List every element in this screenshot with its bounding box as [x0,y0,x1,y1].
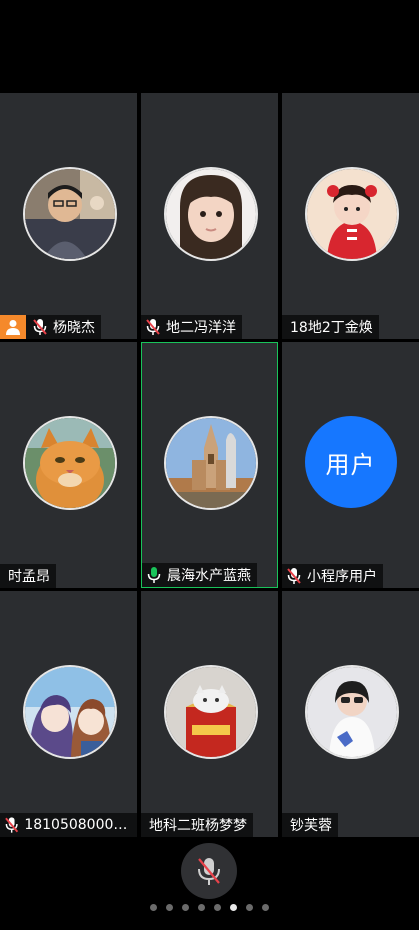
participant-name-tag: 地科二班杨梦梦 [141,813,253,837]
participant-name-tag: 时孟昂 [0,564,56,588]
participant-tile[interactable]: 18105080003... [0,591,137,837]
participant-name: 小程序用户 [307,569,377,585]
participant-avatar [304,665,399,759]
participant-tile[interactable]: 地科二班杨梦梦 [141,591,278,837]
participant-name-tag: 钞芙蓉 [282,813,338,837]
meeting-screen: 杨晓杰 地二冯洋洋 18地2丁金焕 时孟昂 晨海水产蓝燕 用户 小程序用户 18… [0,0,419,930]
mic-muted-icon [33,319,47,335]
participant-avatar [163,167,258,261]
participant-name: 地科二班杨梦梦 [149,818,247,834]
page-dot[interactable] [262,904,269,911]
page-dot[interactable] [246,904,253,911]
participant-name-tag: 18105080003... [0,813,137,837]
participant-name: 杨晓杰 [53,320,95,336]
participant-tile-active[interactable]: 晨海水产蓝燕 [141,342,278,588]
participant-avatar [163,416,258,510]
participant-avatar [163,665,258,759]
mute-toggle-button[interactable] [181,843,237,899]
participant-avatar [22,665,117,759]
host-badge [0,315,26,339]
participant-avatar [22,167,117,261]
participant-name: 时孟昂 [8,569,50,585]
page-dot[interactable] [214,904,221,911]
mic-muted-icon [287,568,301,584]
page-dot[interactable] [198,904,205,911]
participant-name: 18地2丁金焕 [290,320,373,336]
participant-name: 18105080003... [24,817,131,833]
mic-muted-icon [5,817,19,833]
person-icon [6,320,20,335]
participant-tile[interactable]: 用户 小程序用户 [282,342,419,588]
participant-tile[interactable]: 18地2丁金焕 [282,93,419,339]
mic-active-icon [147,567,161,583]
participant-tile[interactable]: 杨晓杰 [0,93,137,339]
participant-name: 钞芙蓉 [290,818,332,834]
page-dot[interactable] [182,904,189,911]
participant-grid: 杨晓杰 地二冯洋洋 18地2丁金焕 时孟昂 晨海水产蓝燕 用户 小程序用户 18… [0,93,419,837]
participant-name-tag: 18地2丁金焕 [282,315,379,339]
page-dot[interactable] [166,904,173,911]
participant-name: 晨海水产蓝燕 [167,568,251,584]
page-indicator [0,904,419,914]
participant-name-tag: 地二冯洋洋 [141,315,242,339]
page-dot-current[interactable] [230,904,237,911]
mic-muted-icon [198,858,220,885]
mic-muted-icon [146,319,160,335]
participant-tile[interactable]: 地二冯洋洋 [141,93,278,339]
participant-name-tag: 晨海水产蓝燕 [142,563,257,587]
page-dot[interactable] [150,904,157,911]
participant-tile[interactable]: 时孟昂 [0,342,137,588]
participant-name: 地二冯洋洋 [166,320,236,336]
participant-avatar [304,167,399,261]
participant-avatar [22,416,117,510]
participant-tile[interactable]: 钞芙蓉 [282,591,419,837]
participant-avatar-text: 用户 [304,416,397,508]
participant-name-tag: 杨晓杰 [0,315,101,339]
participant-name-tag: 小程序用户 [282,564,383,588]
